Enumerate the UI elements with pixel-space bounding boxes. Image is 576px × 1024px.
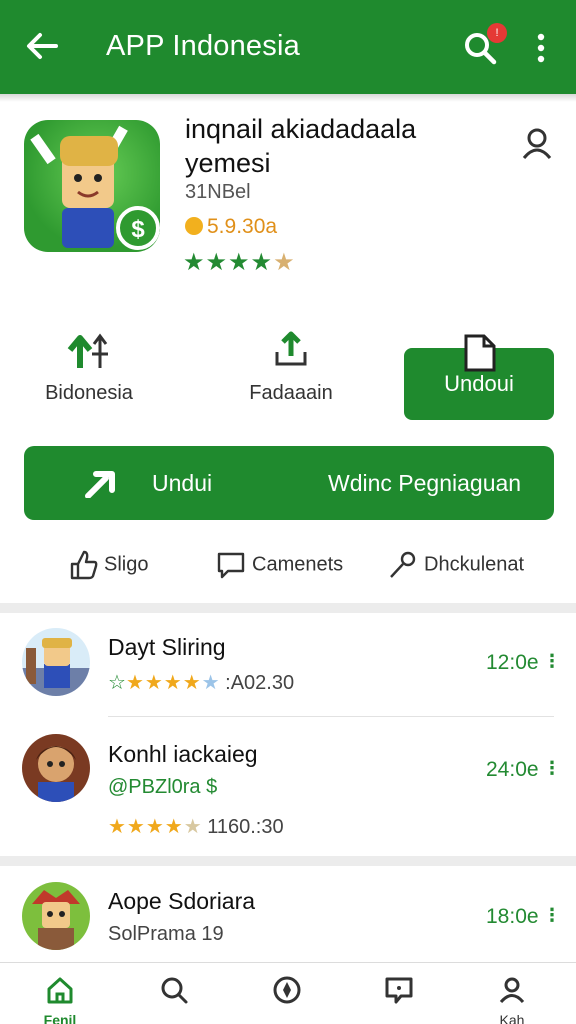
list-item-title[interactable]: Aope Sdoriara: [108, 888, 255, 915]
action-update-label: Bidonesia: [45, 382, 133, 404]
like-label: Sligo: [104, 553, 149, 576]
bookmark-button[interactable]: Dhckulenat: [388, 550, 524, 580]
half-star-icon: ★: [201, 672, 220, 694]
header-shadow: [0, 94, 576, 102]
comments-label: Camenets: [252, 553, 344, 576]
list-item-meta: :A02.30: [225, 672, 295, 694]
list-item-title[interactable]: Konhl iackaieg: [108, 741, 258, 768]
thumbs-up-icon: [70, 550, 98, 580]
more-options-icon[interactable]: [528, 30, 554, 66]
avatar-image-icon: [36, 746, 76, 802]
nav-profile[interactable]: Kah: [482, 975, 542, 1024]
half-star-icon: ★: [273, 249, 296, 276]
app-icon[interactable]: $: [24, 120, 160, 252]
arrows-up-icon: [67, 333, 108, 368]
list-item-meta: SolPrama 19: [108, 923, 224, 945]
rating-stars: ★★★★: [125, 672, 202, 694]
bottom-navigation: Fenil Kah: [0, 962, 576, 1024]
svg-text:$: $: [131, 216, 145, 243]
app-price-value: 5.9.30a: [207, 215, 278, 238]
rating-stars: ★★★★: [183, 249, 274, 276]
list-item-time: 18:0e: [486, 905, 539, 928]
message-icon: [385, 977, 413, 1004]
pin-icon: [390, 551, 416, 578]
home-icon: [47, 977, 73, 1004]
list-item-subtitle: ★★★★★ 1160.:30: [108, 814, 284, 839]
nav-home[interactable]: Fenil: [30, 975, 90, 1024]
list-item-title[interactable]: Dayt Sliring: [108, 634, 226, 661]
badge-icon: ☆: [108, 672, 126, 694]
list-item-subtitle: ☆★★★★★ :A02.30: [108, 670, 294, 695]
app-rating: ★★★★★: [183, 248, 296, 277]
avatar-image-icon: [22, 638, 90, 696]
more-options-icon[interactable]: ⋮: [543, 905, 561, 926]
more-options-icon[interactable]: ⋮: [543, 758, 561, 779]
back-arrow-icon[interactable]: [22, 26, 62, 66]
app-price: 5.9.30a: [185, 215, 277, 239]
avatar[interactable]: [22, 628, 90, 696]
action-share[interactable]: Fadaaain: [236, 330, 346, 405]
half-star-icon: ★: [183, 816, 202, 838]
section-divider: [0, 856, 576, 866]
notification-badge: !: [487, 23, 507, 43]
avatar[interactable]: [22, 734, 90, 802]
person-icon: [499, 977, 525, 1004]
download-button-label: Undui: [152, 470, 213, 496]
bookmark-label: Dhckulenat: [424, 553, 525, 576]
section-divider: [0, 603, 576, 613]
upload-tray-icon: [275, 331, 307, 366]
app-name: inqnail akiadadaala yemesi: [185, 114, 417, 178]
nav-search[interactable]: [144, 975, 204, 1010]
avatar[interactable]: [22, 882, 90, 950]
action-share-label: Fadaaain: [249, 382, 333, 404]
arrow-icon: [85, 471, 115, 498]
nav-profile-label: Kah: [499, 1012, 525, 1024]
action-update[interactable]: Bidonesia: [34, 330, 144, 405]
comment-icon: [217, 552, 245, 579]
like-button[interactable]: Sligo: [70, 550, 148, 580]
top-app-bar: APP Indonesia !: [0, 0, 576, 94]
list-divider: [108, 716, 554, 717]
nav-messages[interactable]: [369, 975, 429, 1010]
compass-icon: [273, 976, 301, 1004]
comments-button[interactable]: Camenets: [216, 550, 343, 580]
list-item-time: 12:0e: [486, 651, 539, 674]
nav-explore[interactable]: [257, 975, 317, 1010]
game-character-icon: $: [30, 125, 160, 250]
rating-stars: ★★★★: [108, 816, 184, 838]
person-icon[interactable]: [520, 126, 554, 160]
install-button[interactable]: Undoui: [404, 334, 554, 420]
nav-home-label: Fenil: [43, 1012, 77, 1024]
download-button[interactable]: Undui Wdinc Pegniaguan: [24, 446, 554, 520]
app-developer: 31NBel: [185, 181, 251, 203]
list-item-price: @PBZl0ra $: [108, 776, 218, 798]
more-options-icon[interactable]: ⋮: [543, 651, 561, 672]
list-item-meta: 1160.:30: [207, 816, 284, 838]
page-title: APP Indonesia: [106, 30, 300, 62]
document-icon: [464, 334, 496, 372]
purchase-button-label[interactable]: Wdinc Pegniaguan: [328, 470, 521, 497]
list-item-time: 24:0e: [486, 758, 539, 781]
coin-icon: [185, 217, 203, 235]
install-button-label: Undoui: [444, 371, 514, 396]
avatar-image-icon: [32, 890, 80, 950]
search-icon: [161, 977, 188, 1004]
